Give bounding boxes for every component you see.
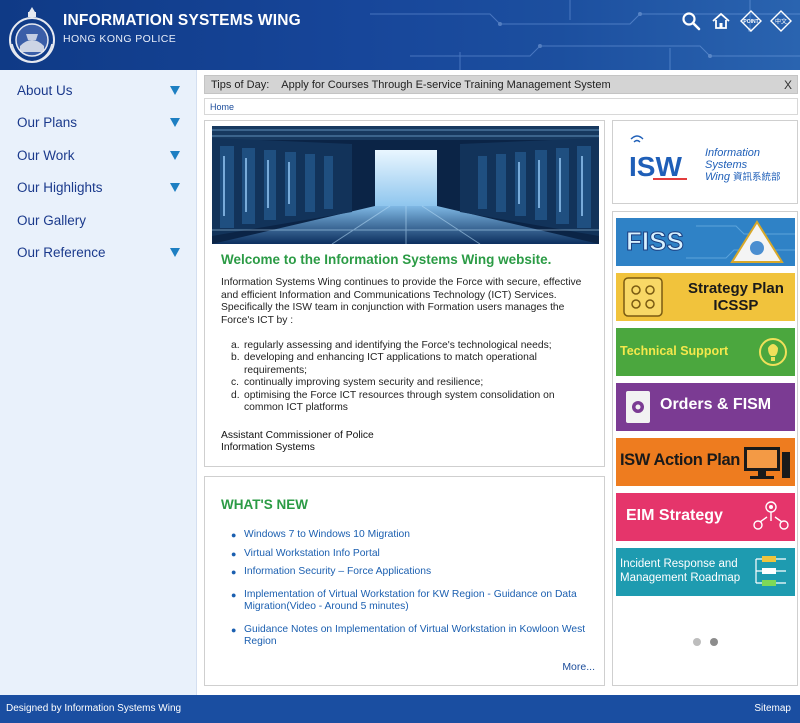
tile-eim-strategy[interactable]: EIM Strategy <box>616 493 795 541</box>
tile-label: Technical Support <box>620 344 729 358</box>
news-link[interactable]: ● Guidance Notes on Implementation of Vir… <box>231 624 591 649</box>
tips-link[interactable]: Apply for Courses Through E-service Trai… <box>281 79 610 91</box>
strategy-board-icon <box>623 277 663 317</box>
dropdown-arrow-icon <box>170 183 180 193</box>
point-label: POINT <box>743 19 758 25</box>
site-footer: Designed by Information Systems Wing Sit… <box>0 695 800 723</box>
sitemap-link[interactable]: Sitemap <box>754 703 791 714</box>
tile-label: ISW Action Plan <box>620 451 740 469</box>
carousel-dot-active[interactable] <box>710 638 718 646</box>
dropdown-arrow-icon <box>170 150 180 160</box>
home-icon[interactable] <box>710 10 732 32</box>
tile-fiss[interactable]: FISS <box>616 218 795 266</box>
sidebar-item-label: Our Work <box>17 147 75 163</box>
sidebar-item-our-plans[interactable]: Our Plans <box>0 107 196 140</box>
signature-title: Assistant Commissioner of Police <box>221 430 374 441</box>
sidebar-item-our-work[interactable]: Our Work <box>0 139 196 172</box>
signature-unit: Information Systems <box>221 442 315 454</box>
tile-label: Strategy Plan ICSSP <box>688 280 784 314</box>
language-label: 中文 <box>775 18 787 26</box>
tile-strategy-plan[interactable]: Strategy Plan ICSSP <box>616 273 795 321</box>
isw-letters: ISW <box>629 151 682 182</box>
news-link[interactable]: ● Information Security – Force Applicatio… <box>231 566 591 578</box>
dropdown-arrow-icon <box>170 85 180 95</box>
search-icon[interactable] <box>680 10 702 32</box>
police-emblem-logo <box>9 7 55 63</box>
sidebar-nav: About Us Our Plans Our Work Our Highligh… <box>0 70 197 695</box>
point-icon[interactable]: POINT <box>740 10 762 32</box>
logo-line-2: Systems <box>705 159 748 171</box>
breadcrumb-home-link[interactable]: Home <box>210 102 234 112</box>
tips-label: Tips of Day: <box>211 78 270 91</box>
sidebar-item-our-highlights[interactable]: Our Highlights <box>0 172 196 205</box>
list-item: b. developing and enhancing ICT applicati… <box>231 352 537 376</box>
news-link[interactable]: ● Windows 7 to Windows 10 Migration <box>231 529 591 541</box>
tile-label: Incident Response and Management Roadmap <box>620 558 741 584</box>
sidebar-item-label: Our Gallery <box>17 212 87 228</box>
tile-label: EIM Strategy <box>626 507 723 524</box>
bullet-icon: ● <box>231 567 237 577</box>
isw-logo-box: ISW Information Systems Wing 資訊系統部 <box>612 120 798 204</box>
list-item: d. optimising the Force ICT resources thr… <box>231 389 555 414</box>
sidebar-item-label: Our Plans <box>17 115 78 131</box>
logo-line-3: Wing <box>705 171 731 183</box>
news-link[interactable]: ● Virtual Workstation Info Portal <box>231 548 591 560</box>
tile-technical-support[interactable]: Technical Support <box>616 328 795 376</box>
dropdown-arrow-icon <box>170 248 180 258</box>
welcome-intro-text: Information Systems Wing continues to pr… <box>221 277 582 326</box>
sidebar-item-label: Our Highlights <box>17 180 103 196</box>
roadmap-flow-icon <box>755 556 786 586</box>
tips-of-day-bar: Tips of Day: Apply for Courses Through E… <box>204 75 798 94</box>
footer-credit: Designed by Information Systems Wing <box>6 703 182 714</box>
responsibility-list: a. regularly assessing and identifying th… <box>231 340 581 414</box>
carousel-dot[interactable] <box>693 638 701 646</box>
tile-orders-fism[interactable]: Orders & FISM <box>616 383 795 431</box>
server-room-banner-image <box>212 126 599 244</box>
tile-isw-action-plan[interactable]: ISW Action Plan <box>616 438 795 486</box>
signature-block: Assistant Commissioner of Police Informa… <box>221 430 374 455</box>
breadcrumb: Home <box>204 98 798 115</box>
logo-chinese: 資訊系統部 <box>733 171 781 183</box>
bullet-icon: ● <box>231 530 237 540</box>
tile-incident-response-roadmap[interactable]: Incident Response and Management Roadmap <box>616 548 795 596</box>
logo-line-1: Information <box>705 147 760 159</box>
site-title: INFORMATION SYSTEMS WING <box>63 12 301 29</box>
tile-label: Orders & FISM <box>660 396 772 413</box>
chinese-language-icon[interactable]: 中文 <box>770 10 792 32</box>
sidebar-item-label: About Us <box>17 82 73 98</box>
site-header: INFORMATION SYSTEMS WING HONG KONG POLIC… <box>0 0 800 70</box>
close-tips-button[interactable]: X <box>784 78 792 92</box>
whats-new-title: WHAT'S NEW <box>221 497 308 512</box>
isw-logo: ISW Information Systems Wing 資訊系統部 <box>629 135 781 183</box>
bullet-icon: ● <box>231 549 237 559</box>
quick-links-panel: FISS Strategy Plan ICSSP Technical Suppo… <box>612 211 798 686</box>
sidebar-item-label: Our Reference <box>17 245 106 261</box>
more-news-link[interactable]: More... <box>562 661 595 673</box>
sidebar-item-our-reference[interactable]: Our Reference <box>0 237 196 270</box>
news-link[interactable]: ● Implementation of Virtual Workstation f… <box>231 589 591 614</box>
tile-label: FISS <box>626 226 685 257</box>
site-subtitle: HONG KONG POLICE <box>63 33 177 45</box>
list-item: a. regularly assessing and identifying th… <box>231 340 552 351</box>
sidebar-item-our-gallery[interactable]: Our Gallery <box>0 204 196 237</box>
list-item: c. continually improving system security … <box>231 377 484 389</box>
sidebar-item-about-us[interactable]: About Us <box>0 74 196 107</box>
whats-new-panel: WHAT'S NEW ● Windows 7 to Windows 10 Migr… <box>204 476 605 686</box>
welcome-panel: Welcome to the Information Systems Wing … <box>204 120 605 467</box>
bullet-icon: ● <box>231 625 237 635</box>
bullet-icon: ● <box>231 590 237 600</box>
dropdown-arrow-icon <box>170 118 180 128</box>
carousel-indicator <box>693 638 718 646</box>
welcome-title: Welcome to the Information Systems Wing … <box>221 252 552 267</box>
